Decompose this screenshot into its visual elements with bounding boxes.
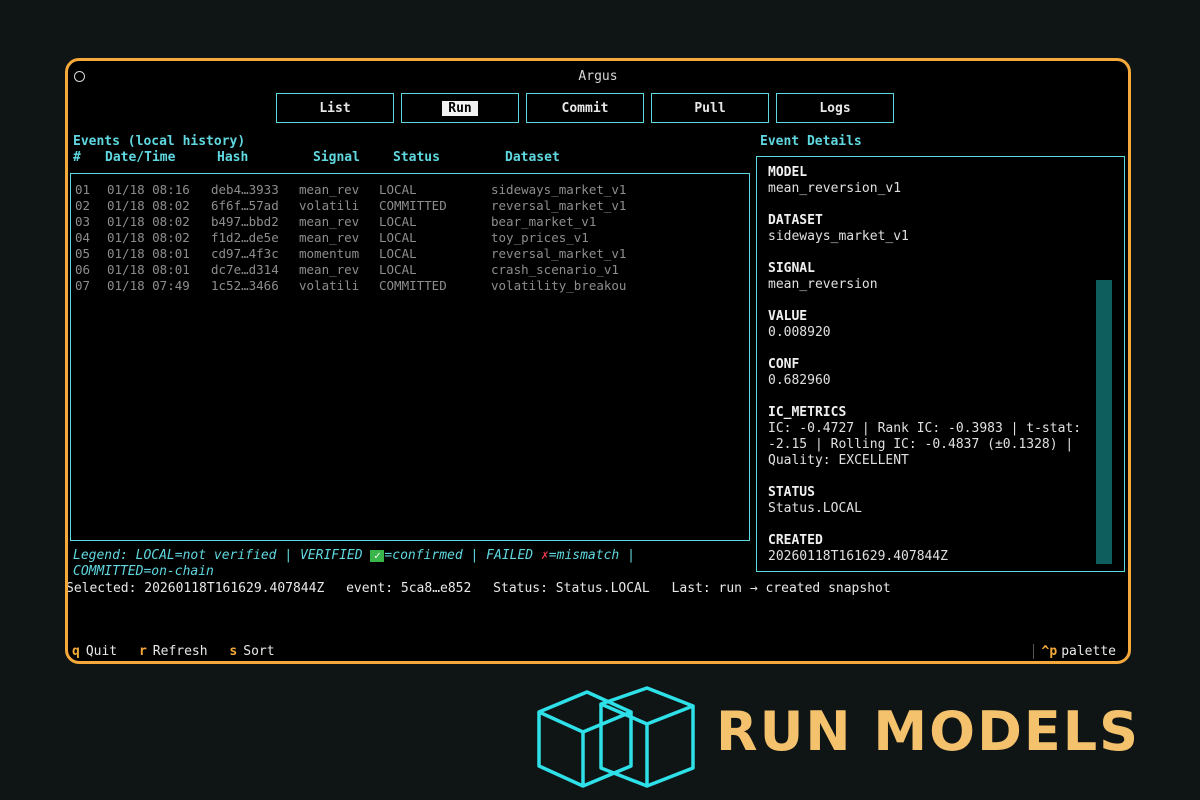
col-header-number: # [73,150,81,165]
last-action: Last: run → created snapshot [671,581,891,596]
col-header-hash: Hash [217,150,249,165]
palette-binding[interactable]: ^p palette [1032,644,1116,659]
detail-dataset: DATASET sideways_market_v1 [768,213,909,244]
col-header-signal: Signal [313,150,360,165]
detail-model: MODEL mean_reversion_v1 [768,165,902,196]
keybinding-footer: q Quit r Refresh s Sort [72,644,289,659]
tab-pull[interactable]: Pull [651,93,769,123]
event-details-panel[interactable]: MODEL mean_reversion_v1 DATASET sideways_m… [756,156,1125,572]
refresh-binding[interactable]: r Refresh [139,644,208,659]
details-scrollbar[interactable] [1096,280,1112,564]
selected-status: Status: Status.LOCAL [493,581,650,596]
col-header-status: Status [393,150,440,165]
cubes-logo-icon [537,686,695,788]
cross-icon: ✗ [540,548,549,563]
quit-binding[interactable]: q Quit [72,644,117,659]
col-header-datetime: Date/Time [105,150,176,165]
check-icon: ✓ [370,550,385,562]
selected-timestamp: Selected: 20260118T161629.407844Z [66,581,325,596]
detail-signal: SIGNAL mean_reversion [768,261,878,292]
window-title: Argus [578,69,618,84]
selected-event: event: 5ca8…e852 [346,581,472,596]
tab-list[interactable]: List [276,93,394,123]
events-table[interactable]: 01 01/18 08:16 deb4…3933 mean_rev LOCAL sidew… [70,173,750,541]
app-window: Argus List Run Commit Pull Logs Events (… [65,58,1131,664]
tab-logs[interactable]: Logs [776,93,894,123]
status-legend: Legend: LOCAL=not verified | VERIFIED ✓ =… [73,548,635,579]
details-title: Event Details [760,134,862,149]
tab-bar: List Run Commit Pull Logs [276,93,894,123]
detail-ic-metrics: IC_METRICS IC: -0.4727 | Rank IC: -0.3983… [768,405,1082,468]
brand-wordmark: RUN MODELS [716,700,1141,763]
tab-commit[interactable]: Commit [526,93,644,123]
detail-conf: CONF 0.682960 [768,357,831,388]
detail-created: CREATED 20260118T161629.407844Z [768,533,949,564]
events-title: Events (local history) [73,134,246,149]
selection-status-line: Selected: 20260118T161629.407844Z event:… [66,581,905,596]
col-header-dataset: Dataset [505,150,560,165]
tab-run[interactable]: Run [401,93,519,123]
detail-value: VALUE 0.008920 [768,309,831,340]
detail-status: STATUS Status.LOCAL [768,485,862,516]
sort-binding[interactable]: s Sort [229,644,274,659]
